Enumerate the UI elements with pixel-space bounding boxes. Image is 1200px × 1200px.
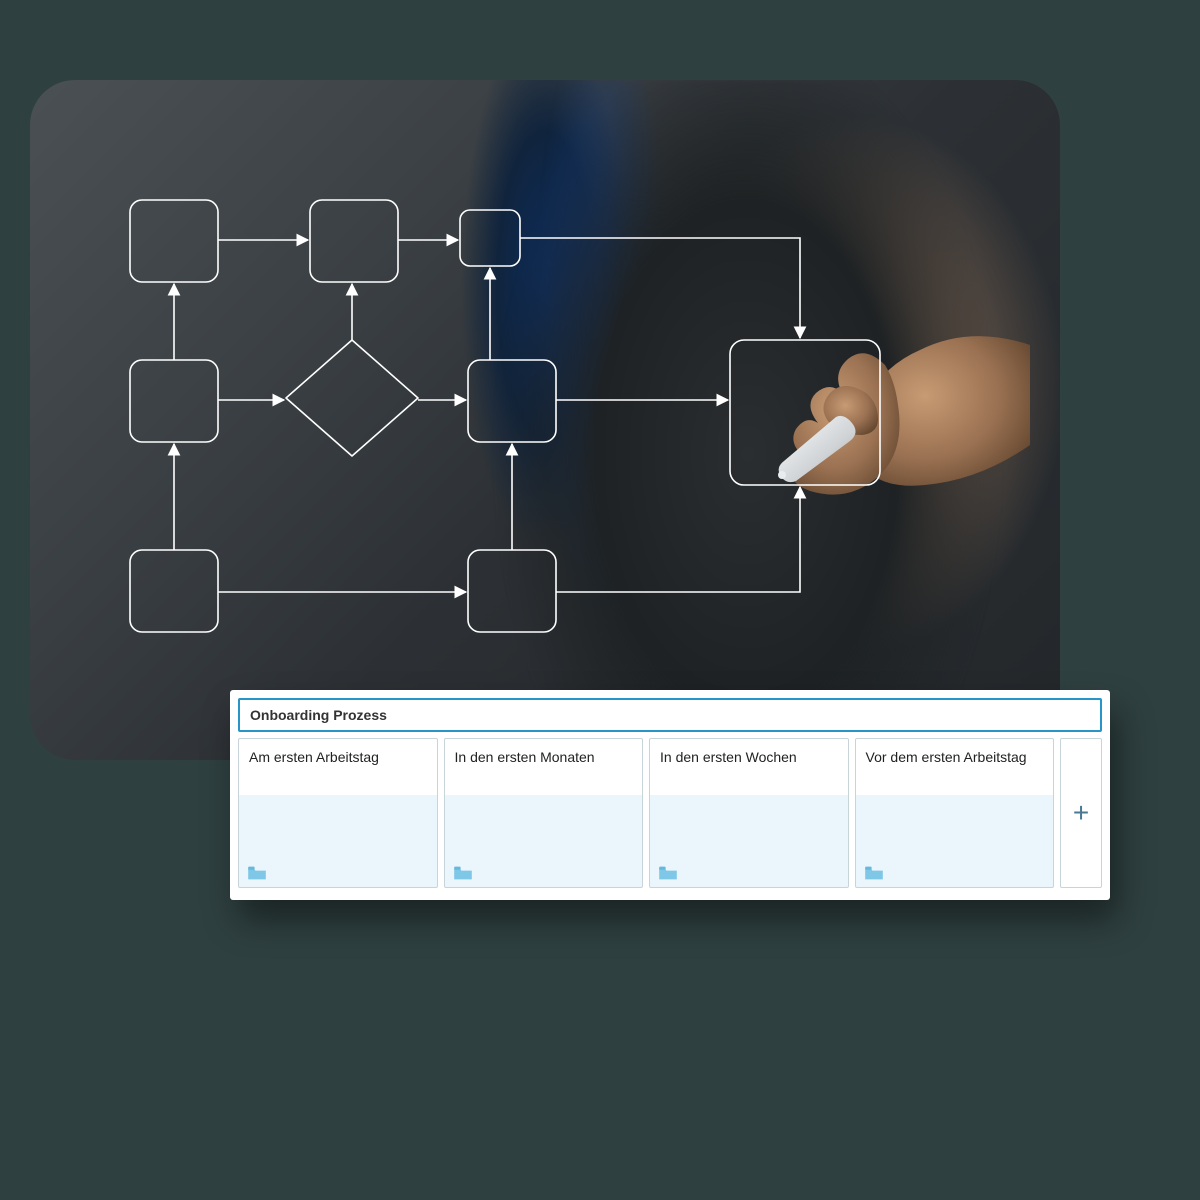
folder-icon (453, 865, 473, 881)
stage-label: Vor dem ersten Arbeitstag (856, 739, 1054, 795)
folder-icon (658, 865, 678, 881)
stage-label: In den ersten Wochen (650, 739, 848, 795)
hero-image (30, 80, 1060, 760)
folder-icon (864, 865, 884, 881)
stage-label: In den ersten Monaten (445, 739, 643, 795)
stage-card[interactable]: In den ersten Monaten (444, 738, 644, 888)
add-card-button[interactable]: + (1060, 738, 1102, 888)
panel-title: Onboarding Prozess (250, 707, 387, 723)
stage-label: Am ersten Arbeitstag (239, 739, 437, 795)
stage-card[interactable]: Vor dem ersten Arbeitstag (855, 738, 1055, 888)
stage-card[interactable]: In den ersten Wochen (649, 738, 849, 888)
plus-icon: + (1073, 797, 1089, 829)
cards-row: Am ersten Arbeitstag In den ersten Monat… (238, 738, 1102, 888)
folder-icon (247, 865, 267, 881)
flowchart-diagram (30, 80, 1060, 760)
stage-card[interactable]: Am ersten Arbeitstag (238, 738, 438, 888)
panel-title-input[interactable]: Onboarding Prozess (238, 698, 1102, 732)
onboarding-panel: Onboarding Prozess Am ersten Arbeitstag … (230, 690, 1110, 900)
